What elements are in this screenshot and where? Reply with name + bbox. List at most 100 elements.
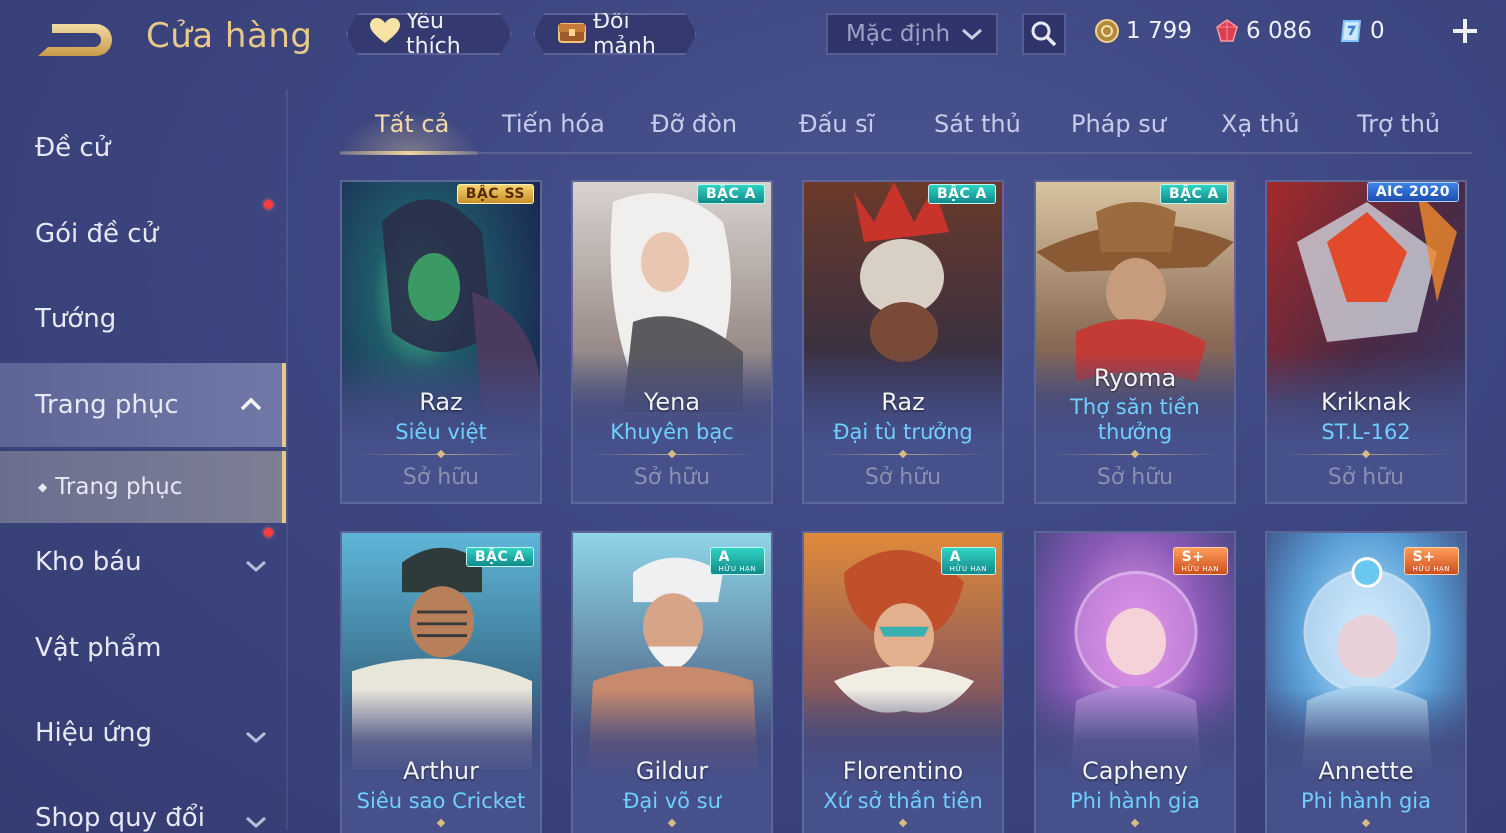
tab-support[interactable]: Trợ thủ: [1357, 110, 1440, 138]
badge-tier: S+: [1181, 549, 1205, 565]
owned-status: Sở hữu: [864, 465, 942, 490]
treasure-chest-icon: [557, 16, 587, 52]
sort-value: Mặc định: [846, 21, 951, 47]
badge-limited: HỮU HẠN: [718, 565, 756, 573]
voucher-currency: 0: [1338, 16, 1385, 46]
sidebar-item-label: Hiệu ứng: [35, 718, 152, 748]
skin-card[interactable]: S+ HỮU HẠN Annette Phi hành gia: [1265, 531, 1467, 833]
sidebar-item-label: Vật phẩm: [35, 633, 162, 663]
favorites-button[interactable]: Yêu thích: [346, 13, 512, 55]
tab-all[interactable]: Tất cả: [375, 110, 449, 138]
sidebar-item-featured[interactable]: Đề cử: [0, 106, 286, 190]
badge-limited: HỮU HẠN: [949, 565, 987, 573]
badge-tier: A: [718, 549, 730, 565]
sidebar-item-label: Shop quy đổi: [35, 803, 205, 833]
search-button[interactable]: [1022, 13, 1066, 55]
voucher-amount: 0: [1370, 18, 1385, 44]
tab-fighter[interactable]: Đấu sĩ: [799, 110, 874, 138]
ruby-icon: [1214, 18, 1240, 44]
skin-card[interactable]: S+ HỮU HẠN Capheny Phi hành gia: [1034, 531, 1236, 833]
plus-icon: [1453, 19, 1477, 43]
sidebar-item-skins[interactable]: Trang phục: [0, 363, 286, 447]
skin-card[interactable]: BẬC A Ryoma Thợ săn tiền thưởng Sở hữu: [1034, 180, 1236, 504]
tier-badge: A HỮU HẠN: [940, 547, 996, 575]
badge-limited: HỮU HẠN: [1412, 565, 1450, 573]
sidebar-item-effects[interactable]: Hiệu ứng: [0, 691, 286, 775]
skin-name: Phi hành gia: [1070, 789, 1200, 813]
skin-card[interactable]: BẬC A Yena Khuyên bạc Sở hữu: [571, 180, 773, 504]
skin-name: Đại võ sư: [623, 789, 721, 813]
hero-name: Gildur: [635, 757, 709, 785]
skin-card[interactable]: A HỮU HẠN Gildur Đại võ sư: [571, 531, 773, 833]
category-tabs: Tất cả Tiến hóa Đỡ đòn Đấu sĩ Sát thủ Ph…: [340, 102, 1472, 155]
hero-name: Arthur: [403, 757, 479, 785]
sidebar-item-treasure[interactable]: Kho báu: [0, 520, 286, 604]
hero-name: Florentino: [842, 757, 964, 785]
tab-evolution[interactable]: Tiến hóa: [502, 110, 605, 138]
badge-limited: HỮU HẠN: [1181, 565, 1219, 573]
owned-status: Sở hữu: [402, 465, 480, 490]
badge-tier: A: [949, 549, 961, 565]
sidebar-item-label: Trang phục: [55, 474, 183, 500]
active-tab-underline: [340, 151, 478, 155]
tab-mage[interactable]: Pháp sư: [1071, 110, 1166, 138]
badge-tier: S+: [1412, 549, 1436, 565]
tier-badge: BẬC A: [1160, 184, 1228, 204]
chevron-down-icon: [244, 723, 268, 753]
exchange-label: Đổi mảnh: [593, 9, 656, 59]
heart-icon: [370, 18, 400, 50]
diamond-bullet-icon: ◆: [38, 480, 48, 494]
skin-card[interactable]: BẬC A Raz Đại tù trưởng Sở hữu: [802, 180, 1004, 504]
owned-status: Sở hữu: [1327, 465, 1405, 490]
back-button[interactable]: [34, 18, 116, 60]
skin-card[interactable]: BẬC SS Raz Siêu việt Sở hữu: [340, 180, 542, 504]
skin-name: Phi hành gia: [1301, 789, 1431, 813]
hero-name: Ryoma: [1093, 364, 1177, 392]
page-title: Cửa hàng: [146, 16, 313, 56]
sidebar-item-exchange-shop[interactable]: Shop quy đổi: [0, 776, 286, 833]
skin-name: Thợ săn tiền thưởng: [1070, 395, 1200, 444]
sidebar: Đề cử Gói đề cử Tướng Trang phục ◆ Trang…: [0, 96, 290, 833]
back-arrow-icon: [38, 24, 112, 56]
sidebar-subitem-skins[interactable]: ◆ Trang phục: [0, 451, 286, 523]
skin-card[interactable]: BẬC A Arthur Siêu sao Cricket: [340, 531, 542, 833]
skin-name: ST.L-162: [1321, 420, 1411, 444]
ruby-currency: 6 086: [1214, 16, 1312, 46]
tier-badge: BẬC A: [466, 547, 534, 567]
skin-name: Siêu việt: [395, 420, 487, 444]
tier-badge: S+ HỮU HẠN: [1172, 547, 1228, 575]
tier-badge: AIC 2020: [1366, 182, 1459, 202]
exchange-fragments-button[interactable]: Đổi mảnh: [533, 13, 697, 55]
chevron-up-icon: [238, 391, 264, 421]
ruby-amount: 6 086: [1246, 18, 1312, 44]
skin-card[interactable]: A HỮU HẠN Florentino Xứ sở thần tiên: [802, 531, 1004, 833]
notification-dot: [264, 200, 273, 209]
skin-name: Đại tù trưởng: [833, 420, 973, 444]
tier-badge: A HỮU HẠN: [709, 547, 765, 575]
sidebar-item-label: Gói đề cử: [35, 219, 159, 249]
voucher-icon: [1338, 18, 1364, 44]
skin-name: Siêu sao Cricket: [356, 789, 526, 813]
skin-card[interactable]: AIC 2020 Kriknak ST.L-162 Sở hữu: [1265, 180, 1467, 504]
skin-name: Khuyên bạc: [610, 420, 734, 444]
tier-badge: BẬC A: [697, 184, 765, 204]
chevron-down-icon: [960, 24, 984, 50]
hero-name: Raz: [881, 388, 925, 416]
tab-assassin[interactable]: Sát thủ: [934, 110, 1021, 138]
sidebar-item-label: Kho báu: [35, 547, 142, 577]
chevron-down-icon: [244, 808, 268, 833]
hero-name: Raz: [419, 388, 463, 416]
owned-status: Sở hữu: [1096, 465, 1174, 490]
add-currency-button[interactable]: [1449, 15, 1481, 47]
search-icon: [1031, 21, 1057, 47]
sidebar-item-items[interactable]: Vật phẩm: [0, 606, 286, 690]
tier-badge: S+ HỮU HẠN: [1403, 547, 1459, 575]
hero-name: Annette: [1318, 757, 1414, 785]
tab-tank[interactable]: Đỡ đòn: [651, 110, 737, 138]
sidebar-item-featured-bundles[interactable]: Gói đề cử: [0, 192, 286, 276]
tier-badge: BẬC A: [928, 184, 996, 204]
tab-marksman[interactable]: Xạ thủ: [1221, 110, 1300, 138]
sort-dropdown[interactable]: Mặc định: [826, 13, 998, 55]
gold-currency: 1 799: [1094, 16, 1192, 46]
sidebar-item-heroes[interactable]: Tướng: [0, 277, 286, 361]
